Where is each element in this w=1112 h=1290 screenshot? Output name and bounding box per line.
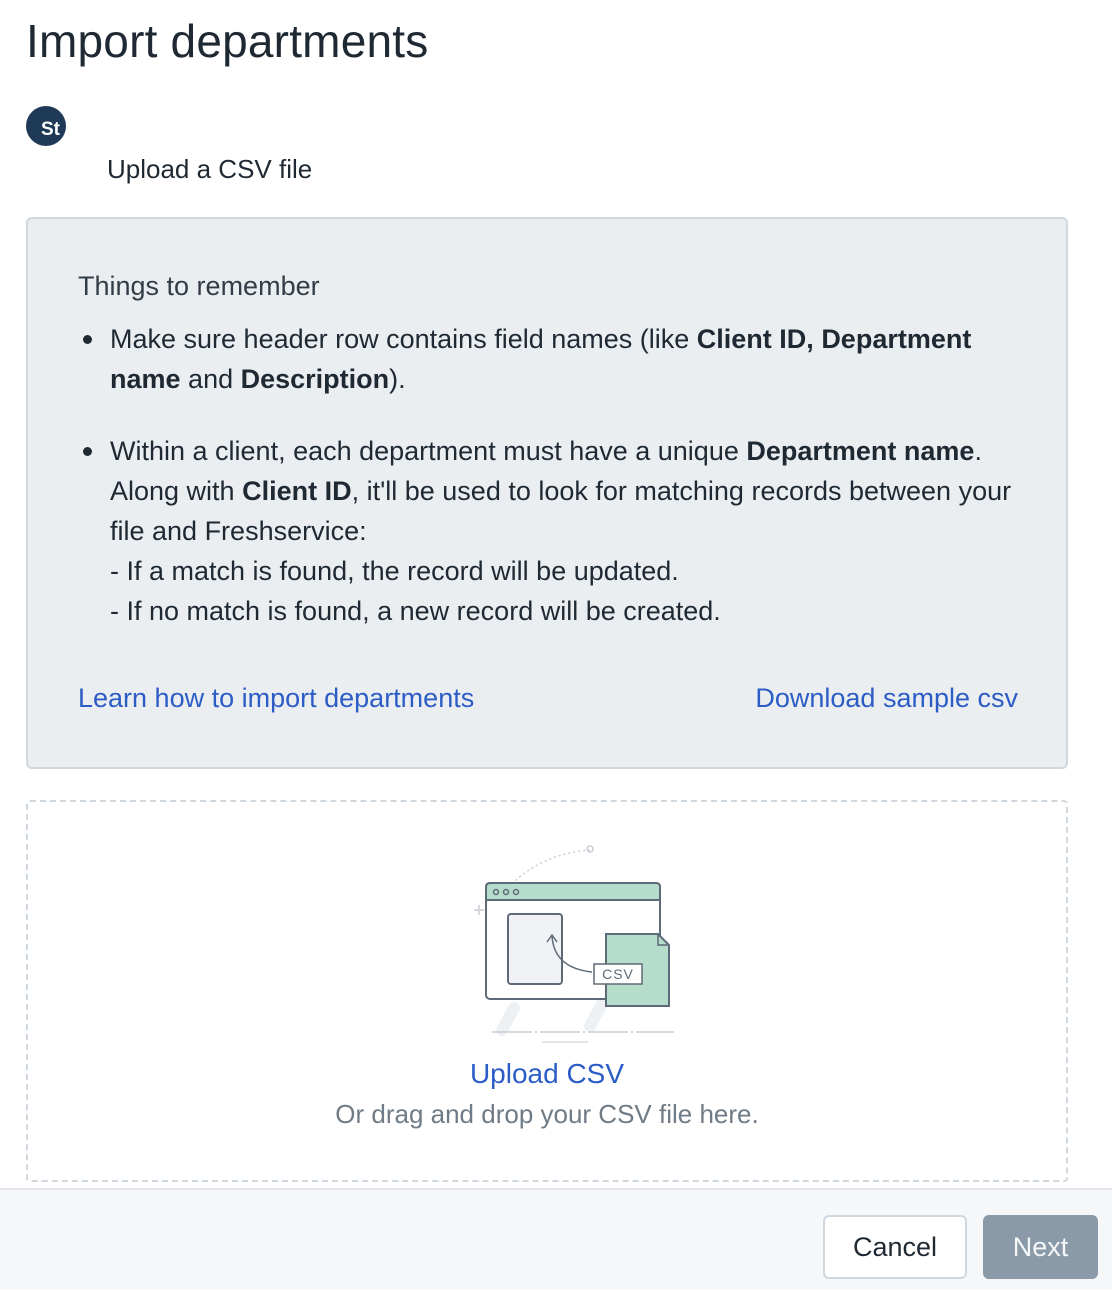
upload-csv-link[interactable]: Upload CSV — [28, 1058, 1066, 1090]
csv-dropzone[interactable]: CSV Upload CSV Or drag and drop your CSV… — [26, 800, 1068, 1182]
csv-tag-label: CSV — [602, 966, 634, 982]
import-departments-page: Import departments St Upload a CSV file … — [0, 0, 1112, 1290]
cancel-button[interactable]: Cancel — [823, 1215, 967, 1279]
drag-drop-hint: Or drag and drop your CSV file here. — [335, 1099, 759, 1129]
info-list: Make sure header row contains field name… — [78, 319, 1038, 631]
learn-how-to-import-link[interactable]: Learn how to import departments — [78, 683, 474, 714]
next-button[interactable]: Next — [983, 1215, 1098, 1279]
bullet1-bold-client-id: Client ID, — [696, 324, 814, 354]
info-bullet-unique-name: Within a client, each department must ha… — [78, 431, 1038, 631]
step-avatar: St — [26, 106, 66, 146]
step-label: Upload a CSV file — [107, 154, 313, 184]
page-title: Import departments — [26, 15, 429, 67]
modal-footer: Cancel Next — [0, 1188, 1112, 1290]
bullet-dot-icon — [83, 335, 92, 344]
bullet1-text-1: Make sure header row contains field name… — [110, 324, 697, 354]
bullet1-text-2: and — [180, 364, 241, 394]
bullet2-subline-match: - If a match is found, the record will b… — [110, 556, 679, 586]
bullet2-bold-client-id: Client ID — [242, 476, 352, 506]
bullet1-text-3: ). — [389, 364, 406, 394]
bullet2-bold-department-name: Department name — [746, 436, 975, 466]
bullet2-subline-no-match: - If no match is found, a new record wil… — [110, 596, 721, 626]
bullet-dot-icon — [83, 447, 92, 456]
csv-upload-illustration-icon: CSV — [474, 845, 674, 1043]
things-to-remember-panel: Things to remember Make sure header row … — [26, 217, 1068, 769]
download-sample-csv-link[interactable]: Download sample csv — [755, 683, 1018, 714]
bullet2-text-1: Within a client, each department must ha… — [110, 436, 747, 466]
bullet1-bold-description: Description — [240, 364, 390, 394]
info-heading: Things to remember — [78, 271, 320, 301]
info-bullet-header-row: Make sure header row contains field name… — [78, 319, 1038, 399]
